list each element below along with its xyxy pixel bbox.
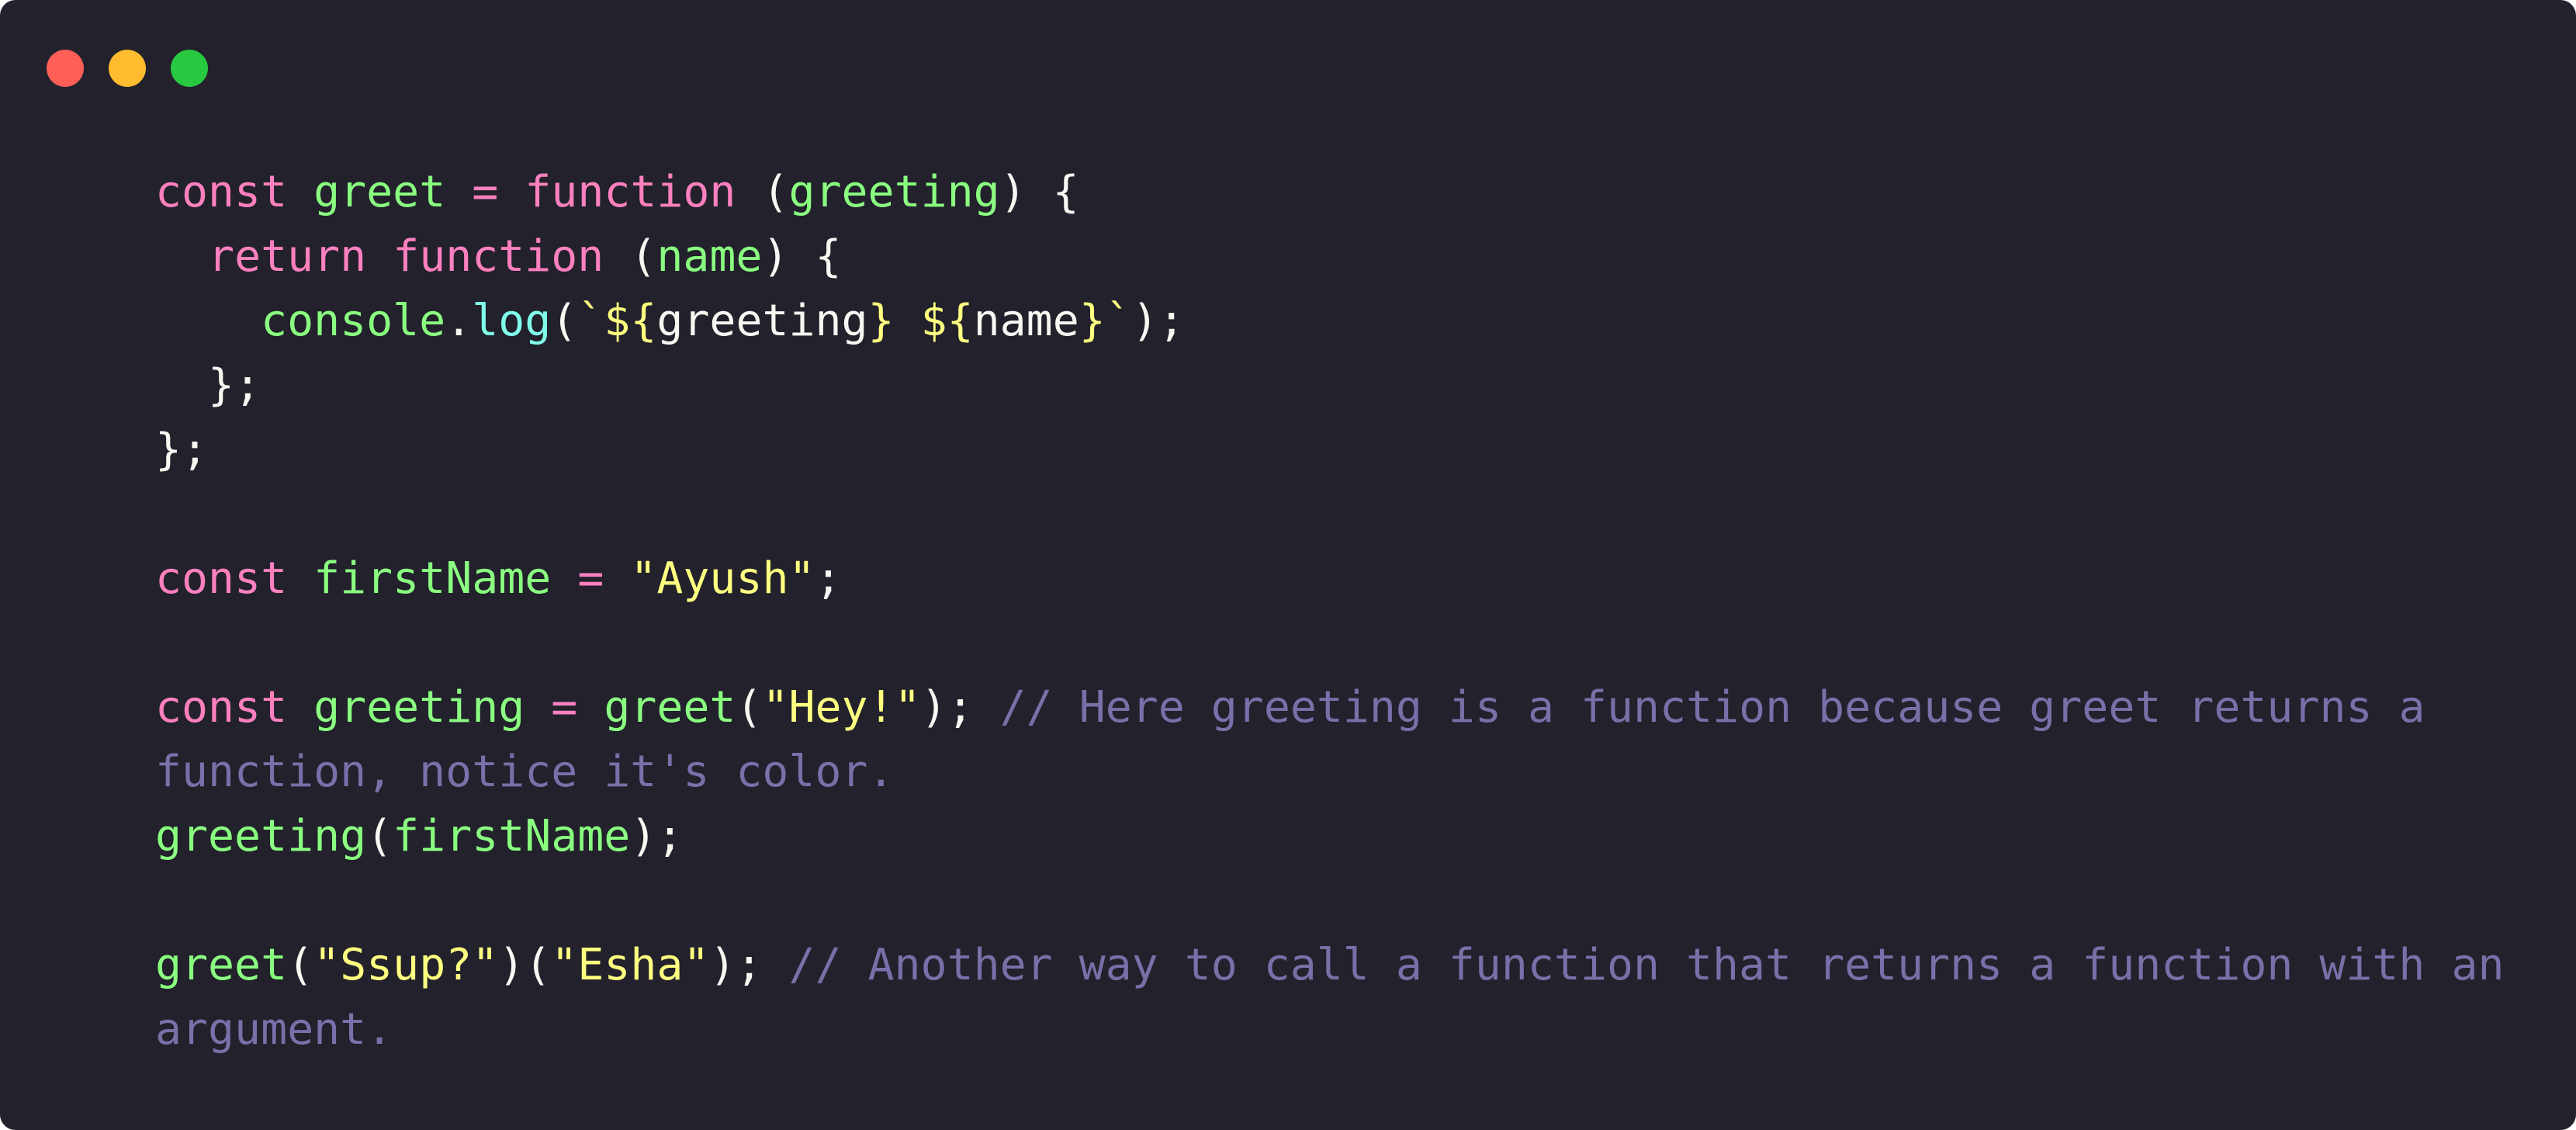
minimize-window-button[interactable] — [109, 50, 146, 87]
code-token-string: "Esha" — [551, 940, 710, 990]
code-token-plain: name — [973, 296, 1079, 346]
code-token-string: "Ssup?" — [313, 940, 499, 990]
maximize-window-button[interactable] — [171, 50, 208, 87]
code-token-comment: argument. — [155, 1004, 393, 1055]
code-token-plain: ); — [920, 682, 1000, 733]
code-token-plain: ( — [366, 811, 393, 861]
code-token-string: "Hey!" — [762, 682, 921, 733]
code-token-function: greet — [604, 682, 736, 733]
code-line: greeting(firstName); — [155, 804, 2514, 868]
code-token-keyword: = — [551, 682, 578, 733]
code-token-function: greeting — [788, 167, 1000, 217]
code-token-keyword: return — [208, 231, 367, 282]
window-controls — [47, 50, 208, 87]
code-line: }; — [155, 353, 2514, 418]
code-token-function: firstName — [313, 553, 552, 604]
code-token-template: `${ — [577, 296, 657, 346]
code-token-plain: ( — [736, 682, 763, 733]
code-token-function: greet — [313, 167, 446, 217]
code-token-function: greeting — [313, 682, 525, 733]
code-token-comment: function, notice it's color. — [155, 747, 895, 797]
code-token-function: firstName — [393, 811, 631, 861]
code-token-keyword: const — [155, 682, 288, 733]
code-token-keyword: = — [472, 167, 499, 217]
code-token-plain: )( — [498, 940, 552, 990]
code-line: function, notice it's color. — [155, 740, 2514, 804]
code-token-template: ${ — [920, 296, 974, 346]
code-token-keyword: = — [577, 553, 604, 604]
code-window: const greet = function (greeting) { retu… — [0, 0, 2576, 1130]
code-token-plain: ( — [736, 167, 789, 217]
code-token-property: log — [472, 296, 552, 346]
code-token-comment: // Here greeting is a function because g… — [999, 682, 2425, 733]
code-token-plain: }; — [155, 425, 209, 475]
code-token-plain: }; — [155, 360, 261, 411]
code-token-plain: ); — [709, 940, 789, 990]
code-token-plain: ) { — [762, 231, 842, 282]
code-line: const greet = function (greeting) { — [155, 160, 2514, 224]
code-line: const firstName = "Ayush"; — [155, 546, 2514, 611]
code-token-plain: ( — [287, 940, 314, 990]
code-token-plain: ) { — [999, 167, 1079, 217]
code-token-plain: ); — [630, 811, 684, 861]
code-token-comment: // Another way to call a function that r… — [788, 940, 2505, 990]
code-token-function: greeting — [155, 811, 367, 861]
code-line: console.log(`${greeting} ${name}`); — [155, 289, 2514, 353]
code-line: return function (name) { — [155, 224, 2514, 289]
code-token-function: greet — [155, 940, 288, 990]
code-token-plain: ( — [604, 231, 657, 282]
close-window-button[interactable] — [47, 50, 84, 87]
code-token-keyword: function — [393, 231, 604, 282]
code-token-keyword: function — [525, 167, 736, 217]
code-token-keyword: const — [155, 553, 288, 604]
code-token-plain: ); — [1131, 296, 1185, 346]
code-token-plain: . — [445, 296, 473, 346]
code-token-plain: ( — [551, 296, 578, 346]
code-token-template: }` — [1079, 296, 1132, 346]
code-line: }; — [155, 418, 2514, 482]
code-token-function: name — [656, 231, 763, 282]
code-line: greet("Ssup?")("Esha"); // Another way t… — [155, 933, 2514, 997]
code-block: const greet = function (greeting) { retu… — [155, 160, 2514, 1062]
code-line: argument. — [155, 997, 2514, 1062]
code-line: const greeting = greet("Hey!"); // Here … — [155, 675, 2514, 740]
code-token-template: } — [867, 296, 895, 346]
code-token-plain: greeting — [656, 296, 868, 346]
code-token-plain: ; — [815, 553, 842, 604]
code-token-function: console — [261, 296, 446, 346]
code-token-keyword: const — [155, 167, 288, 217]
code-token-string: "Ayush" — [630, 553, 815, 604]
